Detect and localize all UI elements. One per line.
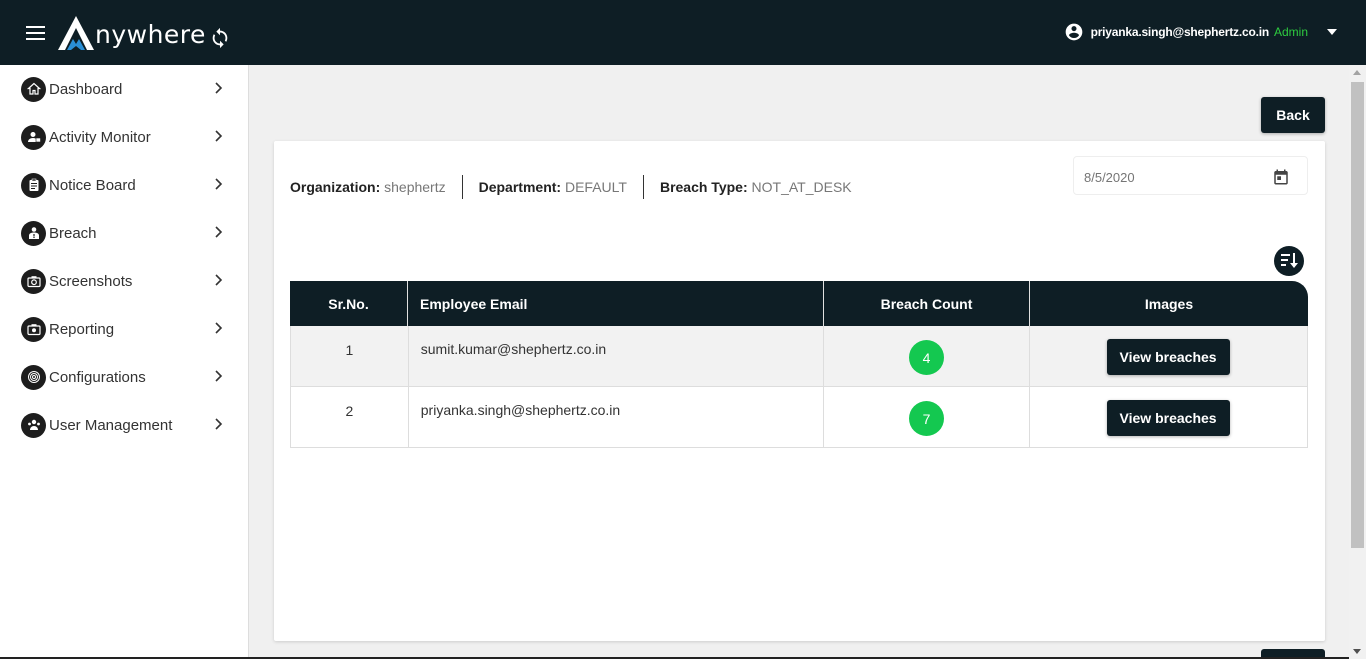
scroll-up-arrow-icon[interactable] [1353, 70, 1361, 75]
sidebar-item-dashboard[interactable]: Dashboard [0, 65, 248, 113]
breach-type-info: Breach Type: NOT_AT_DESK [642, 175, 868, 199]
view-breaches-button[interactable]: View breaches [1106, 400, 1230, 436]
chevron-right-icon [215, 82, 223, 94]
email-cell: priyanka.singh@shephertz.co.in [409, 387, 824, 447]
sidebar-item-label: User Management [49, 416, 173, 434]
col-breach-count: Breach Count [824, 281, 1030, 326]
date-input[interactable] [1084, 167, 1264, 187]
organization-info: Organization: shephertz [290, 179, 446, 195]
table-row: 1 sumit.kumar@shephertz.co.in 4 View bre… [290, 326, 1308, 387]
user-menu[interactable]: priyanka.singh@shephertz.co.in Admin [1064, 22, 1338, 42]
sidebar-item-activity-monitor[interactable]: Activity Monitor [0, 113, 248, 161]
sidebar: Dashboard Activity Monitor Notice Board Bre… [0, 65, 249, 659]
chevron-right-icon [215, 178, 223, 190]
sidebar-item-label: Configurations [49, 368, 146, 386]
table-header: Sr.No. Employee Email Breach Count Image… [290, 281, 1308, 326]
breach-count-badge: 7 [908, 401, 944, 436]
col-images: Images [1144, 295, 1194, 312]
organization-value: shephertz [384, 179, 446, 195]
department-info: Department: DEFAULT [461, 175, 643, 199]
user-email: priyanka.singh@shephertz.co.in [1090, 25, 1270, 39]
sr-no-cell: 2 [291, 387, 409, 447]
app-logo[interactable]: nywhere [58, 14, 206, 50]
col-sr-no: Sr.No. [290, 281, 408, 326]
logo-text: nywhere [95, 20, 206, 49]
breach-details-card: Organization: shephertz Department: DEFA… [274, 141, 1325, 641]
department-value: DEFAULT [564, 179, 627, 195]
sidebar-item-label: Screenshots [49, 272, 133, 290]
account-circle-icon [1065, 23, 1082, 41]
menu-icon[interactable] [26, 26, 45, 40]
sync-icon[interactable] [209, 27, 231, 49]
sidebar-item-label: Notice Board [49, 176, 136, 194]
images-cell: View breaches [1030, 387, 1307, 447]
camera-icon [21, 268, 46, 294]
images-cell: View breaches [1030, 326, 1307, 386]
chevron-right-icon [215, 322, 223, 334]
top-header: nywhere priyanka.singh@shephertz.co.in A… [0, 0, 1366, 65]
user-role: Admin [1273, 25, 1308, 39]
sidebar-item-breach[interactable]: Breach [0, 209, 248, 257]
sidebar-item-label: Breach [49, 224, 97, 242]
back-button[interactable]: Back [1261, 97, 1325, 133]
page-scrollbar[interactable] [1349, 65, 1366, 659]
sr-no-cell: 1 [291, 326, 409, 386]
logo-a-icon [58, 16, 94, 50]
count-cell: 4 [824, 326, 1030, 386]
chevron-right-icon [215, 370, 223, 382]
user-monitor-icon [21, 124, 46, 150]
calendar-icon[interactable] [1272, 168, 1290, 186]
sidebar-item-notice-board[interactable]: Notice Board [0, 161, 248, 209]
scroll-thumb[interactable] [1351, 82, 1364, 548]
sidebar-item-screenshots[interactable]: Screenshots [0, 257, 248, 305]
chevron-right-icon [215, 274, 223, 286]
chevron-right-icon [215, 418, 223, 430]
count-cell: 7 [824, 387, 1030, 447]
sidebar-item-label: Dashboard [49, 80, 123, 98]
chevron-right-icon [215, 226, 223, 238]
report-camera-icon [21, 316, 46, 342]
clipboard-icon [21, 172, 46, 198]
table-row: 2 priyanka.singh@shephertz.co.in 7 View … [290, 387, 1308, 448]
filter-info-bar: Organization: shephertz Department: DEFA… [290, 175, 868, 199]
user-group-icon [21, 412, 46, 438]
sidebar-item-reporting[interactable]: Reporting [0, 305, 248, 353]
sidebar-item-label: Activity Monitor [49, 128, 151, 146]
sidebar-item-configurations[interactable]: Configurations [0, 353, 248, 401]
breach-table: Sr.No. Employee Email Breach Count Image… [290, 281, 1308, 448]
fingerprint-icon [21, 364, 46, 390]
breach-type-value: NOT_AT_DESK [751, 179, 852, 195]
breach-count-badge: 4 [908, 340, 944, 375]
home-icon [21, 76, 46, 102]
sidebar-item-label: Reporting [49, 320, 115, 338]
scroll-down-arrow-icon[interactable] [1353, 649, 1361, 654]
sidebar-item-user-management[interactable]: User Management [0, 401, 248, 449]
date-picker[interactable] [1073, 156, 1308, 195]
sort-button[interactable] [1274, 246, 1304, 276]
person-alert-icon [21, 220, 46, 246]
view-breaches-button[interactable]: View breaches [1106, 339, 1230, 375]
col-employee-email: Employee Email [408, 281, 824, 326]
sort-descending-icon [1281, 253, 1298, 268]
caret-down-icon[interactable] [1326, 28, 1338, 36]
chevron-right-icon [215, 130, 223, 142]
email-cell: sumit.kumar@shephertz.co.in [409, 326, 824, 386]
